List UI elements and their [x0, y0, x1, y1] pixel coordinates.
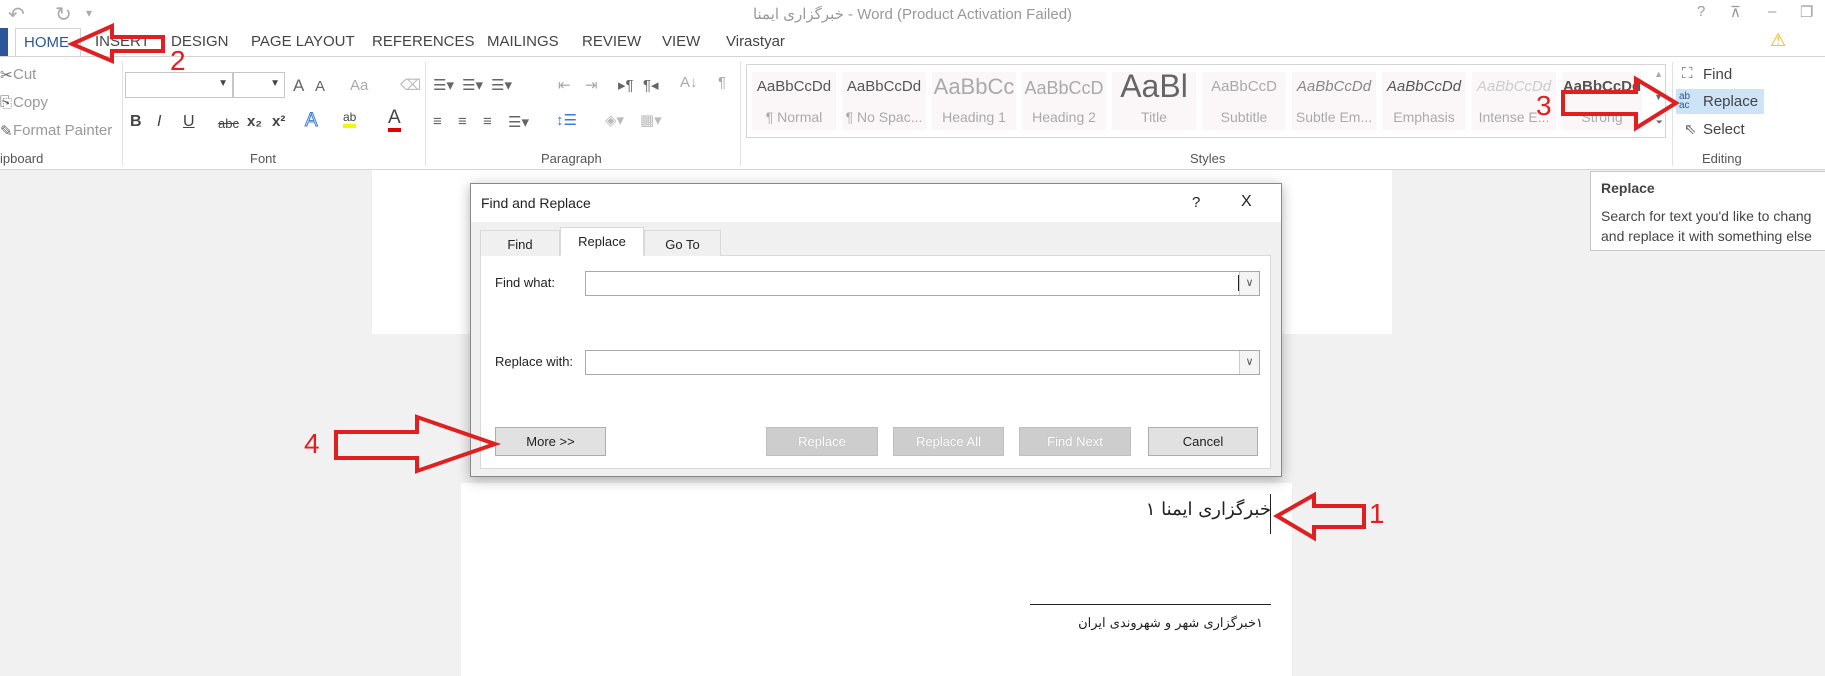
annotation-number-1: 1 [1369, 498, 1385, 529]
arrow-3 [1561, 75, 1680, 132]
arrow-2 [67, 22, 165, 65]
annotation-number-3: 3 [1536, 90, 1552, 121]
annotation-number-2: 2 [170, 45, 186, 76]
arrow-1 [1273, 491, 1366, 542]
annotation-number-4: 4 [304, 428, 320, 459]
arrow-4 [334, 414, 502, 474]
